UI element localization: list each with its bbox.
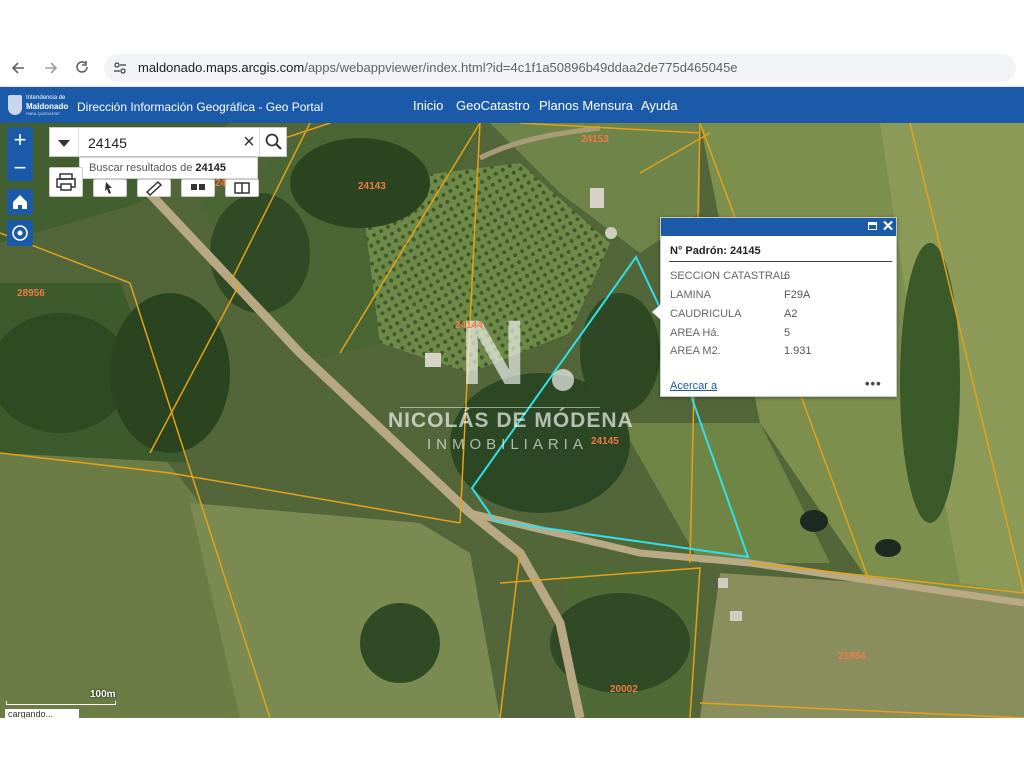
crest-icon xyxy=(8,95,22,115)
parcel-label: 28956 xyxy=(17,288,45,299)
attribute-key: SECCION CATASTRAL xyxy=(670,270,787,282)
suggestion-term: 24145 xyxy=(195,162,226,174)
parcel-info-popup: ✕ N° Padrón: 24145 SECCION CATASTRAL 6 L… xyxy=(652,217,897,397)
watermark-letter: N xyxy=(460,302,527,404)
bottom-blank-area xyxy=(0,718,1024,768)
locate-icon xyxy=(12,225,28,241)
parcel-label: 24145 xyxy=(591,436,619,447)
close-icon[interactable]: ✕ xyxy=(881,218,895,236)
logo-line-3: PARA QUEDARSE xyxy=(26,111,60,116)
loading-status: cargando... xyxy=(5,709,79,718)
url-path: /apps/webappviewer/index.html?id=4c1f1a5… xyxy=(304,60,738,75)
back-arrow-icon[interactable] xyxy=(9,58,29,78)
parcel-label: 21884 xyxy=(838,651,866,662)
map-view[interactable]: + − 24145 × Buscar resultados de 24145 N… xyxy=(0,123,1024,718)
top-blank-area xyxy=(0,0,1024,50)
attribute-value: F29A xyxy=(784,289,811,301)
attribute-row: CAUDRICULA A2 xyxy=(670,308,892,326)
search-widget: 24145 × xyxy=(49,127,287,157)
watermark-dot xyxy=(552,369,574,391)
search-source-dropdown[interactable] xyxy=(50,128,79,156)
zoom-to-link[interactable]: Acercar a xyxy=(670,380,717,392)
attribute-row: LAMINA F29A xyxy=(670,289,892,307)
scale-bar-label: 100m xyxy=(90,689,116,700)
attribute-value: 5 xyxy=(784,327,791,339)
attribute-row: AREA Há. 5 xyxy=(670,327,892,345)
attribute-key: LAMINA xyxy=(670,289,711,301)
attribute-value: A2 xyxy=(784,308,798,320)
ruler-icon xyxy=(145,180,163,197)
browser-toolbar: maldonado.maps.arcgis.com/apps/webappvie… xyxy=(0,50,1024,87)
attribute-key: CAUDRICULA xyxy=(670,308,742,320)
parcel-label: 24 xyxy=(215,178,227,189)
layers-icon xyxy=(191,184,205,190)
url-text: maldonado.maps.arcgis.com/apps/webappvie… xyxy=(138,60,738,75)
scale-bar: 100m xyxy=(6,689,116,707)
logo-line-2: Maldonado xyxy=(26,102,69,111)
home-icon xyxy=(13,195,27,209)
layers-tool-button[interactable] xyxy=(181,179,215,197)
parcel-label: 24143 xyxy=(358,181,386,192)
nav-inicio[interactable]: Inicio xyxy=(413,98,443,113)
search-suggestion[interactable]: Buscar resultados de 24145 xyxy=(79,157,258,179)
parcel-label: 20002 xyxy=(610,684,638,695)
swipe-icon xyxy=(234,182,250,194)
intendencia-logo[interactable]: Intendencia de Maldonado PARA QUEDARSE xyxy=(8,93,69,117)
zoom-out-icon[interactable]: − xyxy=(7,155,33,181)
reload-icon[interactable] xyxy=(72,58,92,78)
scale-bar-line xyxy=(6,701,116,705)
logo-line-1: Intendencia de xyxy=(26,95,66,101)
app-header: Intendencia de Maldonado PARA QUEDARSE D… xyxy=(0,87,1024,123)
zoom-control: + − xyxy=(7,127,33,181)
clear-search-icon[interactable]: × xyxy=(238,130,260,154)
nav-planos-mensura[interactable]: Planos Mensura xyxy=(539,98,633,113)
more-options-icon[interactable]: ••• xyxy=(865,376,882,391)
attribute-value: 1.931 xyxy=(784,345,812,357)
select-icon xyxy=(105,182,112,194)
app-title: Dirección Información Geográfica - Geo P… xyxy=(77,100,324,114)
print-icon xyxy=(56,173,76,191)
my-location-button[interactable] xyxy=(7,220,33,246)
popup-pointer xyxy=(652,304,661,320)
forward-arrow-icon[interactable] xyxy=(40,58,60,78)
nav-ayuda[interactable]: Ayuda xyxy=(641,98,678,113)
attribute-row: AREA M2. 1.931 xyxy=(670,345,892,363)
search-button[interactable] xyxy=(259,128,288,156)
site-settings-icon[interactable] xyxy=(112,60,128,76)
address-bar[interactable]: maldonado.maps.arcgis.com/apps/webappvie… xyxy=(104,54,1016,82)
print-button[interactable] xyxy=(49,167,83,197)
attribute-row: SECCION CATASTRAL 6 xyxy=(670,270,892,288)
popup-title: N° Padrón: 24145 xyxy=(670,245,761,257)
search-icon xyxy=(265,133,282,150)
watermark-name: NICOLÁS DE MÓDENA xyxy=(388,409,634,432)
popup-divider xyxy=(669,261,892,262)
nav-geocatastro[interactable]: GeoCatastro xyxy=(456,98,530,113)
search-input[interactable]: 24145 xyxy=(88,135,127,151)
home-button[interactable] xyxy=(7,189,33,215)
zoom-in-icon[interactable]: + xyxy=(7,127,33,153)
watermark-subtitle: INMOBILIARIA xyxy=(427,436,588,453)
measure-tool-button[interactable] xyxy=(137,179,171,197)
popup-header: ✕ xyxy=(661,218,896,236)
attribute-key: AREA Há. xyxy=(670,327,720,339)
watermark-rule xyxy=(400,407,600,408)
suggestion-prefix: Buscar resultados de xyxy=(89,162,196,174)
url-host: maldonado.maps.arcgis.com xyxy=(138,60,305,75)
parcel-label: 24153 xyxy=(581,134,609,145)
swipe-tool-button[interactable] xyxy=(225,179,259,197)
parcel-label: 24144 xyxy=(455,320,483,331)
attribute-value: 6 xyxy=(784,270,791,282)
maximize-icon[interactable] xyxy=(868,222,877,230)
select-tool-button[interactable] xyxy=(93,179,127,197)
attribute-key: AREA M2. xyxy=(670,345,721,357)
